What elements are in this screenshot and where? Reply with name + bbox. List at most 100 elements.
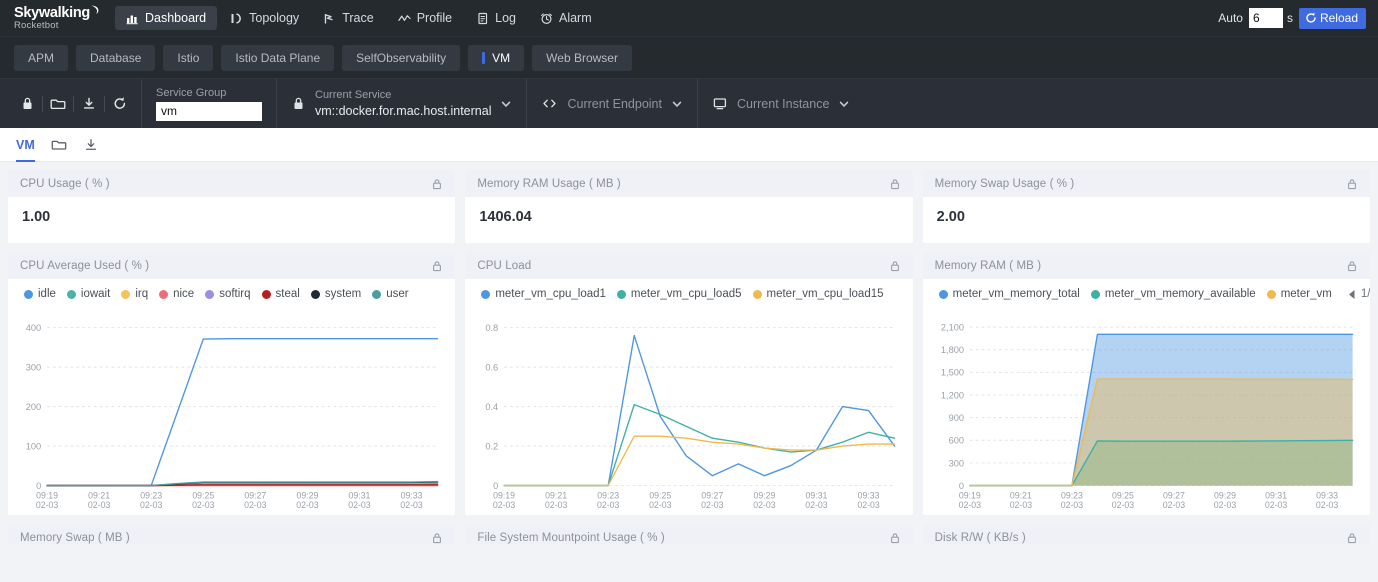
- legend-label: softirq: [219, 288, 250, 300]
- metric-value: 1.00: [8, 197, 455, 225]
- svg-text:02-03: 02-03: [701, 500, 723, 510]
- lock-icon[interactable]: [1346, 260, 1358, 272]
- download-icon[interactable]: [83, 138, 99, 152]
- page-tab-row: VM: [0, 128, 1378, 162]
- card-cpu-usage: CPU Usage ( % ) 1.00: [8, 170, 455, 243]
- nav-label: Log: [495, 11, 516, 25]
- legend-label: user: [386, 288, 408, 300]
- svg-text:09:25: 09:25: [1112, 490, 1134, 500]
- service-group-input[interactable]: [156, 102, 262, 121]
- card-memory-swap: Memory Swap ( MB ): [8, 524, 455, 544]
- legend-item[interactable]: idle: [24, 288, 56, 300]
- download-icon[interactable]: [74, 89, 104, 119]
- type-tab-label: Istio: [177, 51, 199, 65]
- legend-color-dot: [24, 290, 33, 299]
- legend-item[interactable]: meter_vm: [1267, 288, 1332, 300]
- card-memory-ram: Memory RAM ( MB ) meter_vm_memory_totalm…: [923, 252, 1370, 515]
- lock-icon[interactable]: [431, 178, 443, 190]
- card-title: Disk R/W ( KB/s ): [935, 532, 1026, 544]
- folder-icon[interactable]: [43, 89, 73, 119]
- refresh-controls: Auto s Reload: [1218, 8, 1368, 29]
- legend-item[interactable]: iowait: [67, 288, 110, 300]
- card-title: File System Mountpoint Usage ( % ): [477, 532, 664, 544]
- page-tab-label: VM: [16, 138, 35, 152]
- page-tab-vm[interactable]: VM: [16, 128, 35, 162]
- chevron-down-icon[interactable]: [838, 98, 850, 110]
- svg-text:1,200: 1,200: [941, 390, 964, 400]
- svg-text:300: 300: [948, 458, 963, 468]
- current-endpoint-selector[interactable]: Current Endpoint: [526, 79, 697, 128]
- legend-item[interactable]: meter_vm_cpu_load1: [481, 288, 606, 300]
- card-header: CPU Load: [465, 252, 912, 279]
- legend-item[interactable]: softirq: [205, 288, 250, 300]
- nav-item-topology[interactable]: Topology: [219, 6, 310, 30]
- refresh-icon[interactable]: [105, 89, 135, 119]
- current-instance-selector[interactable]: Current Instance: [697, 79, 864, 128]
- svg-text:0.2: 0.2: [486, 441, 499, 451]
- legend-item[interactable]: nice: [159, 288, 194, 300]
- svg-text:02-03: 02-03: [806, 500, 828, 510]
- lock-icon[interactable]: [889, 260, 901, 272]
- legend-item[interactable]: steal: [262, 288, 300, 300]
- service-group-selector[interactable]: Service Group: [141, 79, 276, 128]
- legend-prev-icon[interactable]: [1347, 289, 1357, 300]
- nav-item-dashboard[interactable]: Dashboard: [115, 6, 217, 30]
- svg-text:02-03: 02-03: [649, 500, 671, 510]
- svg-text:02-03: 02-03: [1111, 500, 1133, 510]
- chevron-down-icon[interactable]: [500, 98, 512, 110]
- svg-text:09:29: 09:29: [754, 490, 776, 500]
- svg-text:09:31: 09:31: [806, 490, 828, 500]
- reload-button[interactable]: Reload: [1299, 8, 1366, 29]
- chart-legend-cpu-average: idle iowait irqnice softirq steal system user: [8, 279, 455, 302]
- type-tab-istio[interactable]: Istio: [163, 45, 213, 71]
- legend-color-dot: [159, 290, 168, 299]
- svg-text:02-03: 02-03: [296, 500, 318, 510]
- legend-item[interactable]: meter_vm_memory_total: [939, 288, 1080, 300]
- legend-item[interactable]: irq: [121, 288, 148, 300]
- legend-color-dot: [67, 290, 76, 299]
- lock-icon[interactable]: [1346, 532, 1358, 544]
- legend-item[interactable]: system: [311, 288, 361, 300]
- legend-color-dot: [1267, 290, 1276, 299]
- lock-icon[interactable]: [889, 532, 901, 544]
- folder-icon[interactable]: [51, 138, 67, 152]
- type-tab-istio-data-plane[interactable]: Istio Data Plane: [221, 45, 334, 71]
- lock-icon[interactable]: [431, 532, 443, 544]
- type-tab-vm[interactable]: VM: [468, 45, 524, 71]
- nav-item-profile[interactable]: Profile: [387, 6, 463, 30]
- metric-row: CPU Usage ( % ) 1.00 Memory RAM Usage ( …: [8, 170, 1370, 243]
- type-tab-web-browser[interactable]: Web Browser: [532, 45, 632, 71]
- chevron-down-icon[interactable]: [671, 98, 683, 110]
- current-service-selector[interactable]: Current Service vm::docker.for.mac.host.…: [276, 79, 526, 128]
- legend-color-dot: [939, 290, 948, 299]
- card-disk-rw: Disk R/W ( KB/s ): [923, 524, 1370, 544]
- card-file-system: File System Mountpoint Usage ( % ): [465, 524, 912, 544]
- svg-text:02-03: 02-03: [1060, 500, 1082, 510]
- lock-icon[interactable]: [12, 89, 42, 119]
- legend-item[interactable]: meter_vm_cpu_load15: [753, 288, 884, 300]
- lock-icon[interactable]: [431, 260, 443, 272]
- type-tab-database[interactable]: Database: [76, 45, 155, 71]
- lock-icon[interactable]: [1346, 178, 1358, 190]
- svg-text:300: 300: [26, 362, 41, 372]
- type-tab-selfobservability[interactable]: SelfObservability: [342, 45, 460, 71]
- legend-item[interactable]: user: [372, 288, 408, 300]
- nav-item-log[interactable]: Log: [465, 6, 527, 30]
- svg-text:02-03: 02-03: [597, 500, 619, 510]
- card-header: CPU Usage ( % ): [8, 170, 455, 197]
- type-tab-apm[interactable]: APM: [14, 45, 68, 71]
- svg-text:1,800: 1,800: [941, 345, 964, 355]
- nav-label: Trace: [342, 11, 374, 25]
- lock-icon[interactable]: [889, 178, 901, 190]
- svg-text:100: 100: [26, 441, 41, 451]
- nav-item-alarm[interactable]: Alarm: [529, 6, 603, 30]
- legend-item[interactable]: meter_vm_cpu_load5: [617, 288, 742, 300]
- svg-text:02-03: 02-03: [958, 500, 980, 510]
- legend-color-dot: [481, 290, 490, 299]
- legend-label: meter_vm_cpu_load15: [767, 288, 884, 300]
- legend-item[interactable]: meter_vm_memory_available: [1091, 288, 1256, 300]
- dashboard-type-tabs: APM Database Istio Istio Data Plane Self…: [0, 36, 1378, 78]
- nav-item-trace[interactable]: Trace: [312, 6, 385, 30]
- auto-refresh-interval-input[interactable]: [1249, 8, 1283, 28]
- monitor-icon: [712, 97, 728, 111]
